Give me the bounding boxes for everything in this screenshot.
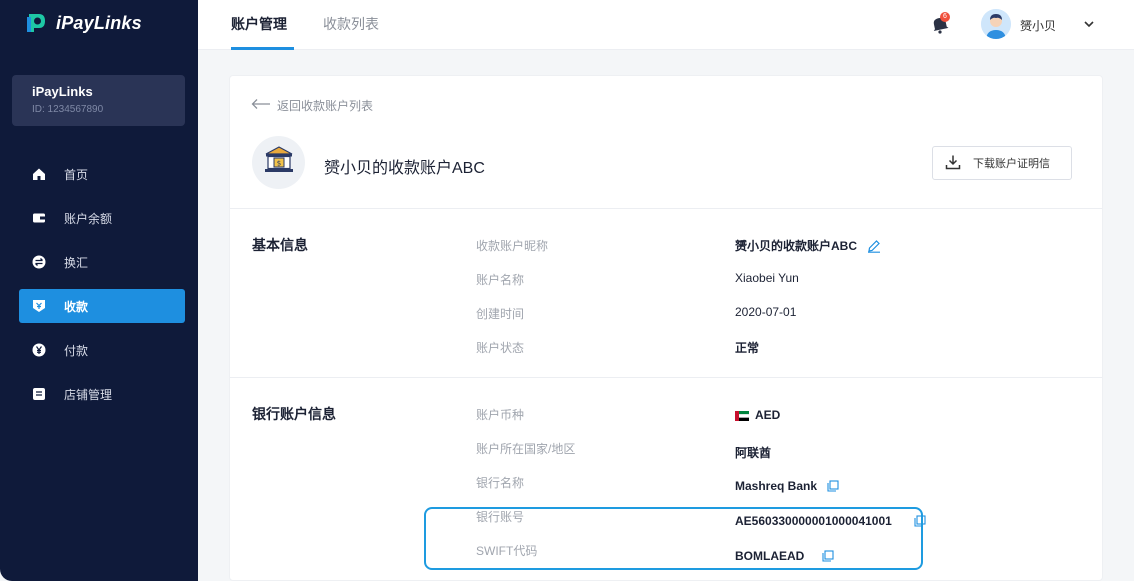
created-date-value: 2020-07-01 [735,305,796,319]
account-detail-card: 返回收款账户列表 $ 赟小贝的收款账户ABC 下载账户证明信 基本信息 收款账户… [229,75,1103,581]
sidebar-item-balance[interactable]: 账户余额 [19,201,185,235]
tab-receipt-list[interactable]: 收款列表 [323,0,383,50]
chevron-down-icon[interactable] [1082,17,1096,31]
sidebar-item-label: 账户余额 [64,211,113,226]
sidebar-item-exchange[interactable]: 换汇 [19,245,185,279]
sidebar-item-label: 店铺管理 [64,387,113,402]
copy-icon[interactable] [822,550,834,562]
exchange-icon [31,254,47,270]
sidebar-item-payment[interactable]: 付款 [19,333,185,367]
swift-code-value: BOMLAEAD [735,549,834,563]
copy-icon[interactable] [914,515,926,527]
field-value: AED [755,408,781,422]
user-name[interactable]: 赟小贝 [1020,17,1056,34]
bank-avatar: $ [252,136,305,189]
sidebar-item-home[interactable]: 首页 [19,157,185,191]
field-label: 银行账号 [476,510,525,524]
account-id: ID: 1234567890 [32,104,104,115]
sidebar-item-label: 收款 [64,299,89,314]
back-link-label: 返回收款账户列表 [277,99,374,113]
bank-name-value: Mashreq Bank [735,479,839,493]
sidebar-item-label: 首页 [64,167,89,182]
brand-logo[interactable]: iPayLinks [24,11,142,35]
brand-name: iPayLinks [56,12,142,33]
section-title-basic: 基本信息 [252,237,308,253]
store-icon [31,386,47,402]
field-value: 正常 [735,341,760,355]
nickname-value: 赟小贝的收款账户ABC [735,237,881,254]
divider [230,377,1102,378]
field-value: 2020-07-01 [735,305,797,319]
uae-flag-icon [734,410,750,421]
field-label: 收款账户昵称 [476,239,549,253]
yen-icon [31,342,47,358]
edit-icon[interactable] [867,239,881,253]
logo-mark-icon [24,11,48,35]
sidebar-item-store[interactable]: 店铺管理 [19,377,185,411]
field-label: 账户所在国家/地区 [476,442,576,456]
sidebar-item-receive[interactable]: 收款 [19,289,185,323]
divider [230,208,1102,209]
download-icon [945,154,961,173]
svg-text:$: $ [276,160,280,168]
field-value: BOMLAEAD [735,549,805,563]
copy-icon[interactable] [827,480,839,492]
country-value: 阿联酋 [735,444,771,461]
account-status-value: 正常 [735,339,759,356]
wallet-icon [31,210,47,226]
tab-label: 账户管理 [231,16,287,32]
account-name: iPayLinks [32,84,93,99]
arrow-left-icon [251,98,271,113]
field-label: 创建时间 [476,307,525,321]
field-value: AE560330000001000041001 [735,514,892,528]
page-title: 赟小贝的收款账户ABC [324,160,485,177]
account-name-value: Xiaobei Yun [735,271,799,285]
receive-icon [31,298,47,314]
sidebar-nav: 首页 账户余额 换汇 收款 付款 店铺管理 [19,157,185,421]
field-value: 阿联酋 [735,446,772,460]
currency-value: AED [734,408,781,422]
download-certificate-button[interactable]: 下载账户证明信 [932,146,1072,180]
sidebar-item-label: 付款 [64,343,89,358]
notification-badge: 6 [940,12,950,22]
top-bar: 账户管理 收款列表 6 赟小贝 [198,0,1134,50]
download-button-label: 下载账户证明信 [973,158,1050,170]
field-value: Xiaobei Yun [735,271,799,285]
field-label: 账户名称 [476,273,525,287]
section-title-bank: 银行账户信息 [252,406,336,422]
sidebar: iPayLinks iPayLinks ID: 1234567890 首页 账户… [0,0,198,581]
field-label: 账户状态 [476,341,525,355]
field-value: 赟小贝的收款账户ABC [735,239,857,253]
sidebar-item-label: 换汇 [64,255,89,270]
account-switcher[interactable]: iPayLinks ID: 1234567890 [12,75,185,126]
tab-account-management[interactable]: 账户管理 [231,0,294,50]
home-icon [31,166,47,182]
field-label: 银行名称 [476,476,525,490]
field-label: 账户币种 [476,408,525,422]
tab-label: 收款列表 [323,16,379,32]
back-link[interactable]: 返回收款账户列表 [251,97,373,114]
bank-account-number-value: AE560330000001000041001 [735,514,926,528]
bank-building-icon: $ [263,145,295,180]
user-avatar[interactable] [981,9,1011,39]
field-value: Mashreq Bank [735,479,818,493]
field-label: SWIFT代码 [476,544,538,558]
